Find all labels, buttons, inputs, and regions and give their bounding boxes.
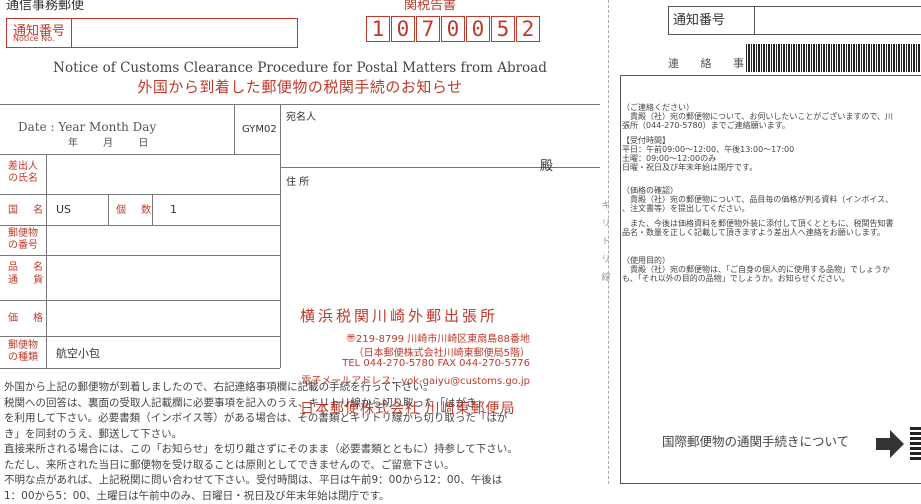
quantity-value: 1	[170, 203, 177, 216]
digit: 1	[366, 16, 390, 42]
quantity-label: 個 数	[116, 205, 162, 217]
item-bottom-border	[0, 300, 280, 301]
body-text: 外国から上記の郵便物が到着しましたので、右記連絡事項欄に記載の手続を行って下さい…	[4, 380, 596, 504]
cut-line-char: リ	[596, 216, 616, 229]
red-top-title: 関税告書	[404, 0, 456, 13]
item-label: 品 名	[8, 262, 54, 274]
digit: 0	[441, 16, 465, 42]
cut-line-char: キ	[596, 198, 616, 211]
currency-bottom-border	[0, 336, 280, 337]
form-code: GYM02	[242, 124, 277, 135]
contact-line: 日曜・祝日及び年末年始は閉庁です。	[622, 163, 757, 173]
barcode-icon	[746, 44, 921, 72]
notice-number-box: 通知番号 Notice No.	[6, 18, 298, 48]
digit: 5	[491, 16, 515, 42]
body-line: 外国から上記の郵便物が到着しましたので、右記連絡事項欄に記載の手続を行って下さい…	[4, 380, 596, 396]
body-line: 直接来所される場合には、この「お知らせ」を切り離さずにそのまま（必要書類とともに…	[4, 442, 596, 458]
right-notice-box: 通知番号	[668, 6, 921, 35]
currency-label: 通 貨	[8, 275, 54, 287]
postal-number-bottom-border	[0, 255, 280, 256]
form-top-border	[0, 104, 600, 105]
postal-type-value: 航空小包	[56, 345, 100, 361]
right-notice-label: 通知番号	[669, 7, 755, 34]
contact-line: 、注文書等）を提出してください。	[622, 204, 750, 214]
digit: 0	[466, 16, 490, 42]
sender-bottom-border	[0, 194, 280, 195]
cut-line-char: リ	[596, 252, 616, 265]
title-japanese: 外国から到着した郵便物の税関手続のお知らせ	[0, 76, 600, 97]
addressee-label: 宛名人	[286, 108, 316, 123]
body-line: ただし、来所された当日に郵便物を受け取ることは原則としてできませんので、ご留意下…	[4, 458, 596, 474]
addressee-divider	[280, 104, 281, 368]
contact-line: 張所（044-270-5780）までご連絡願います。	[622, 121, 790, 131]
price-label: 価 格	[8, 313, 54, 325]
office-address-building: （日本郵便株式会社川崎東郵便局5階）	[300, 344, 530, 359]
cut-line-char: 線	[596, 270, 616, 283]
digit: 0	[391, 16, 415, 42]
customs-procedure-footer: 国際郵便物の通関手続きについて	[662, 431, 849, 450]
body-line: 税関への回答は、裏面の受取人記載欄に必要事項を記入のうえ、キリトリ線から切り取っ…	[4, 396, 596, 412]
gym-divider-left	[234, 104, 235, 154]
top-title: 通信事務郵便	[6, 0, 84, 13]
office-name: 横浜税関川崎外郵出張所	[300, 305, 498, 326]
quantity-divider-left	[108, 194, 109, 225]
honorific: 殿	[540, 155, 553, 174]
postal-type-label-divider	[46, 336, 47, 368]
contact-line: 品名・数量を正しく記載して頂きますよう差出人へ連絡をお願いします。	[622, 228, 885, 238]
country-bottom-border	[0, 225, 280, 226]
body-line: き」を同封のうえ、郵送して下さい。	[4, 427, 596, 443]
arrow-right-icon-head	[890, 430, 904, 458]
sender-label: 差出人の氏名	[8, 161, 46, 185]
contact-line: も、「それ以外の目的の品物」でしょうか。お知らせください。	[622, 274, 849, 284]
postal-type-top-line	[0, 368, 280, 369]
country-label: 国 名	[8, 205, 54, 217]
date-bottom-border	[0, 154, 280, 155]
arrow-right-icon	[876, 438, 890, 450]
postal-number-label: 郵便物の番号	[8, 228, 44, 252]
cut-line-char: ト	[596, 234, 616, 247]
date-english-label: Date : Year Month Day	[18, 120, 156, 134]
office-address: 〠219-8799 川崎市川崎区東扇島88番地	[300, 330, 530, 345]
notice-digits: 1 0 7 0 0 5 2	[366, 16, 541, 42]
digit: 2	[516, 16, 540, 42]
digit: 7	[416, 16, 440, 42]
body-line: 1：00から5：00、土曜日は午前中のみ、日曜日・祝日及び年末年始は閉庁です。	[4, 489, 596, 504]
qr-code-icon	[910, 426, 921, 460]
notice-label-en: Notice No.	[13, 34, 54, 43]
body-line: を利用して下さい。必要書類（インボイス等）がある場合は、その書類とキリトリ線から…	[4, 411, 596, 427]
title-english: Notice of Customs Clearance Procedure fo…	[0, 60, 600, 76]
date-japanese-label: 年 月 日	[68, 134, 148, 149]
notice-number-label: 通知番号 Notice No.	[7, 19, 72, 47]
body-line: 不明な点があれば、上記税関に問い合わせて下さい。受付時間は、平日は午前9：00か…	[4, 473, 596, 489]
postal-type-label: 郵便物の種類	[8, 340, 44, 364]
address-label: 住 所	[286, 173, 309, 188]
country-value: US	[56, 203, 71, 216]
office-phone: TEL 044-270-5780 FAX 044-270-5776	[300, 358, 530, 369]
